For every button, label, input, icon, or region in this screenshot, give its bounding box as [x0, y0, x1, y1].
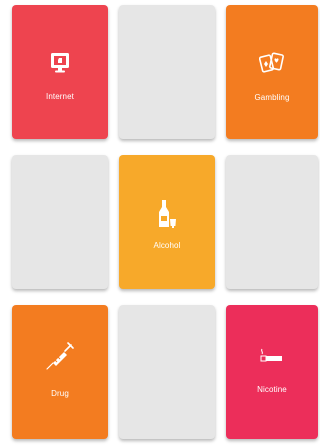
- playing-cards-icon: [259, 52, 284, 73]
- tile-empty-3[interactable]: [226, 155, 318, 289]
- tile-internet[interactable]: Internet: [12, 5, 108, 139]
- tile-label-gambling: Gambling: [254, 93, 290, 102]
- tile-gambling[interactable]: Gambling: [226, 5, 318, 139]
- tile-drug[interactable]: Drug: [12, 305, 108, 439]
- cigarette-icon: [260, 348, 282, 362]
- tile-label-nicotine: Nicotine: [257, 385, 287, 394]
- tile-label-drug: Drug: [51, 389, 69, 398]
- tile-label-alcohol: Alcohol: [153, 241, 181, 250]
- bottle-and-glass-icon: [159, 199, 176, 228]
- tile-nicotine[interactable]: Nicotine: [226, 305, 318, 439]
- computer-monitor-icon: [51, 52, 69, 73]
- tile-empty-2[interactable]: [12, 155, 108, 289]
- syringe-icon: [46, 342, 74, 370]
- tile-empty-1[interactable]: [119, 5, 215, 139]
- tile-empty-4[interactable]: [119, 305, 215, 439]
- tile-label-internet: Internet: [46, 92, 74, 101]
- tile-alcohol[interactable]: Alcohol: [119, 155, 215, 289]
